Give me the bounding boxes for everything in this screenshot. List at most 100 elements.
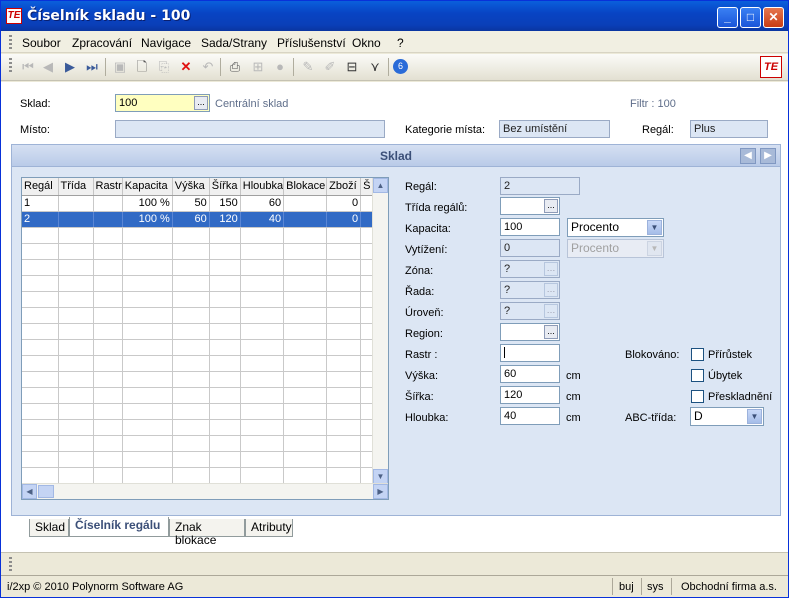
cell bbox=[283, 307, 328, 324]
cell bbox=[326, 435, 362, 452]
sklad-input[interactable]: 100 ... bbox=[115, 94, 210, 112]
menu-sada-strany[interactable]: Sada/Strany bbox=[201, 36, 267, 50]
cell bbox=[283, 467, 328, 484]
abc-select[interactable]: D ▼ bbox=[690, 407, 764, 426]
maximize-button[interactable]: □ bbox=[740, 7, 761, 28]
region-input[interactable]: ... bbox=[500, 323, 560, 341]
kategorie-field[interactable]: Bez umístění bbox=[499, 120, 610, 138]
filter-icon[interactable]: ⋎ bbox=[366, 58, 384, 76]
table-row-selected[interactable]: 2 100 % 60 120 40 0 bbox=[22, 211, 376, 228]
menu-prislusenstvi[interactable]: Příslušenství bbox=[277, 36, 346, 50]
edit-icon[interactable]: ✎ bbox=[299, 58, 317, 76]
col-header[interactable]: Blokace bbox=[283, 178, 328, 196]
regal-field[interactable]: 2 bbox=[500, 177, 580, 195]
chevron-down-icon[interactable]: ▼ bbox=[747, 409, 762, 424]
table-row[interactable]: 1 100 % 50 150 60 0 bbox=[22, 195, 376, 212]
sklad-lookup-button[interactable]: ... bbox=[194, 96, 208, 110]
region-label: Region: bbox=[405, 328, 443, 340]
copy-icon[interactable]: ⎘ bbox=[155, 58, 173, 76]
zona-lookup-button: … bbox=[544, 262, 558, 276]
uroven-label: Úroveň: bbox=[405, 307, 444, 319]
col-header[interactable]: Hloubka bbox=[240, 178, 285, 196]
panel-next-icon[interactable]: ▶ bbox=[760, 148, 776, 164]
col-header[interactable]: Výška bbox=[172, 178, 210, 196]
cell bbox=[326, 227, 362, 244]
toolbar-grip-icon[interactable] bbox=[9, 58, 12, 72]
scroll-thumb[interactable] bbox=[38, 485, 54, 498]
tab-sklad[interactable]: Sklad bbox=[29, 519, 69, 537]
prirustek-checkbox[interactable] bbox=[691, 348, 704, 361]
cell bbox=[172, 291, 210, 308]
next-icon[interactable]: ▶ bbox=[61, 58, 79, 76]
tree-icon[interactable]: ⊞ bbox=[249, 58, 267, 76]
cell bbox=[122, 291, 173, 308]
new-icon[interactable]: 🗋 bbox=[133, 58, 151, 76]
cell: 40 bbox=[240, 211, 285, 228]
trida-input[interactable]: ... bbox=[500, 197, 560, 215]
menu-okno[interactable]: Okno bbox=[352, 36, 381, 50]
minimize-button[interactable]: _ bbox=[717, 7, 738, 28]
sirka-input[interactable]: 120 bbox=[500, 386, 560, 404]
uroven-input[interactable]: ? … bbox=[500, 302, 560, 320]
edit2-icon[interactable]: ✐ bbox=[321, 58, 339, 76]
title-bar[interactable]: TE Číselník skladu - 100 _ □ ✕ bbox=[1, 1, 788, 31]
save-icon[interactable]: ▣ bbox=[111, 58, 129, 76]
scroll-down-icon[interactable]: ▼ bbox=[373, 469, 388, 484]
first-icon[interactable]: ⏮ bbox=[19, 58, 37, 76]
ubytek-checkbox[interactable] bbox=[691, 369, 704, 382]
hloubka-input[interactable]: 40 bbox=[500, 407, 560, 425]
col-header[interactable]: Zboží bbox=[326, 178, 362, 196]
vyska-input[interactable]: 60 bbox=[500, 365, 560, 383]
undo-icon[interactable]: ↶ bbox=[199, 58, 217, 76]
preskladneni-label[interactable]: Přeskladnění bbox=[708, 391, 772, 403]
misto-field[interactable] bbox=[115, 120, 385, 138]
cell bbox=[122, 339, 173, 356]
status-copyright: i/2xp © 2010 Polynorm Software AG bbox=[7, 581, 184, 593]
menu-navigace[interactable]: Navigace bbox=[141, 36, 191, 50]
close-button[interactable]: ✕ bbox=[763, 7, 784, 28]
zona-input[interactable]: ? … bbox=[500, 260, 560, 278]
menu-zpracovani[interactable]: Zpracování bbox=[72, 36, 132, 50]
grid-vertical-scrollbar[interactable]: ▲ ▼ bbox=[372, 178, 388, 484]
col-header[interactable]: Regál bbox=[22, 178, 59, 196]
prev-icon[interactable]: ◀ bbox=[39, 58, 57, 76]
toolbar-separator bbox=[220, 58, 221, 76]
grid-horizontal-scrollbar[interactable]: ◀ ▶ bbox=[22, 483, 388, 499]
col-header[interactable]: Třída bbox=[58, 178, 94, 196]
menu-help[interactable]: ? bbox=[397, 36, 404, 50]
tab-ciselnik-regalu[interactable]: Číselník regálu bbox=[69, 517, 169, 537]
col-header[interactable]: Šířka bbox=[209, 178, 241, 196]
menu-grip-icon[interactable] bbox=[9, 35, 12, 49]
menu-soubor[interactable]: Soubor bbox=[22, 36, 61, 50]
uroven-lookup-button: … bbox=[544, 304, 558, 318]
scroll-up-icon[interactable]: ▲ bbox=[373, 178, 388, 193]
col-header[interactable]: Kapacita bbox=[122, 178, 173, 196]
info-icon[interactable]: 6 bbox=[393, 59, 408, 74]
chevron-down-icon[interactable]: ▼ bbox=[647, 220, 662, 235]
tab-atributy[interactable]: Atributy bbox=[245, 519, 293, 537]
app-logo-icon[interactable]: TE bbox=[6, 8, 22, 24]
regal-header-field[interactable]: Plus bbox=[690, 120, 768, 138]
print-icon[interactable]: ⎙ bbox=[226, 58, 244, 76]
last-icon[interactable]: ⏭ bbox=[83, 58, 101, 76]
trida-lookup-button[interactable]: ... bbox=[544, 199, 558, 213]
region-lookup-button[interactable]: ... bbox=[544, 325, 558, 339]
bottom-grip-icon[interactable] bbox=[9, 557, 12, 571]
export-icon[interactable]: ⊟ bbox=[343, 58, 361, 76]
rastr-input[interactable] bbox=[500, 344, 560, 362]
col-header[interactable]: Rastr bbox=[93, 178, 123, 196]
cell bbox=[209, 451, 241, 468]
prirustek-label[interactable]: Přírůstek bbox=[708, 349, 752, 361]
delete-icon[interactable]: ✕ bbox=[177, 58, 195, 76]
scroll-left-icon[interactable]: ◀ bbox=[22, 484, 37, 499]
rada-input[interactable]: ? … bbox=[500, 281, 560, 299]
stop-icon[interactable]: ● bbox=[271, 58, 289, 76]
scroll-right-icon[interactable]: ▶ bbox=[373, 484, 388, 499]
ubytek-label[interactable]: Úbytek bbox=[708, 370, 742, 382]
kapacita-input[interactable]: 100 bbox=[500, 218, 560, 236]
panel-prev-icon[interactable]: ◀ bbox=[740, 148, 756, 164]
kapacita-unit-select[interactable]: Procento ▼ bbox=[567, 218, 664, 237]
cell bbox=[240, 275, 285, 292]
preskladneni-checkbox[interactable] bbox=[691, 390, 704, 403]
tab-znak-blokace[interactable]: Znak blokace bbox=[169, 519, 245, 547]
